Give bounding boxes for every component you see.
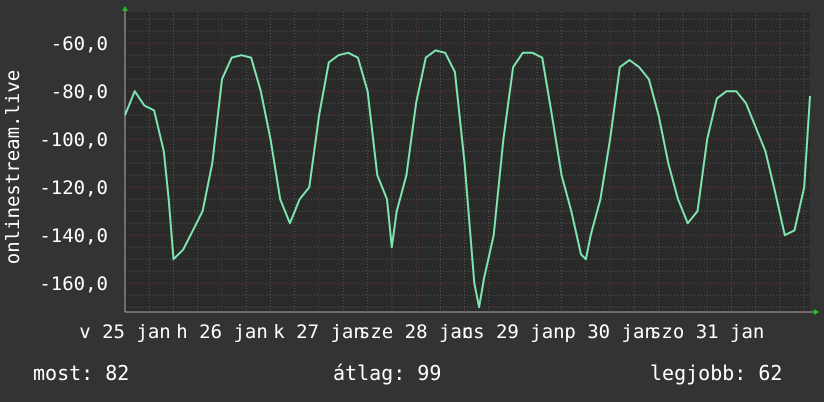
y-tick-label: -80,0 (51, 81, 108, 103)
y-tick-label: -140,0 (39, 225, 108, 247)
stat-average: átlag: 99 (333, 361, 442, 385)
x-tick-label: v 25 jan (79, 321, 171, 343)
y-axis-label: onlinestream.live (2, 70, 24, 264)
y-tick-label: -160,0 (39, 273, 108, 295)
x-tick-label: p 30 jan (564, 321, 656, 343)
x-tick-label: sze 28 jan (359, 321, 473, 343)
y-tick-label: -60,0 (51, 33, 108, 55)
y-axis-arrow-icon (122, 6, 128, 11)
stat-best: legjobb: 62 (650, 361, 783, 385)
x-tick-label: szo 31 jan (650, 321, 764, 343)
line-chart: -60,0 -80,0 -100,0 -120,0 -140,0 -160,0 v 25 j… (2, 6, 819, 343)
x-tick-label: k 27 jan (273, 321, 365, 343)
stat-current: most: 82 (33, 361, 130, 385)
y-tick-label: -120,0 (39, 177, 108, 199)
x-axis-arrow-icon (814, 309, 819, 315)
x-tick-label: h 26 jan (176, 321, 268, 343)
x-tick-label: cs 29 jan (462, 321, 565, 343)
y-tick-label: -100,0 (39, 129, 108, 151)
